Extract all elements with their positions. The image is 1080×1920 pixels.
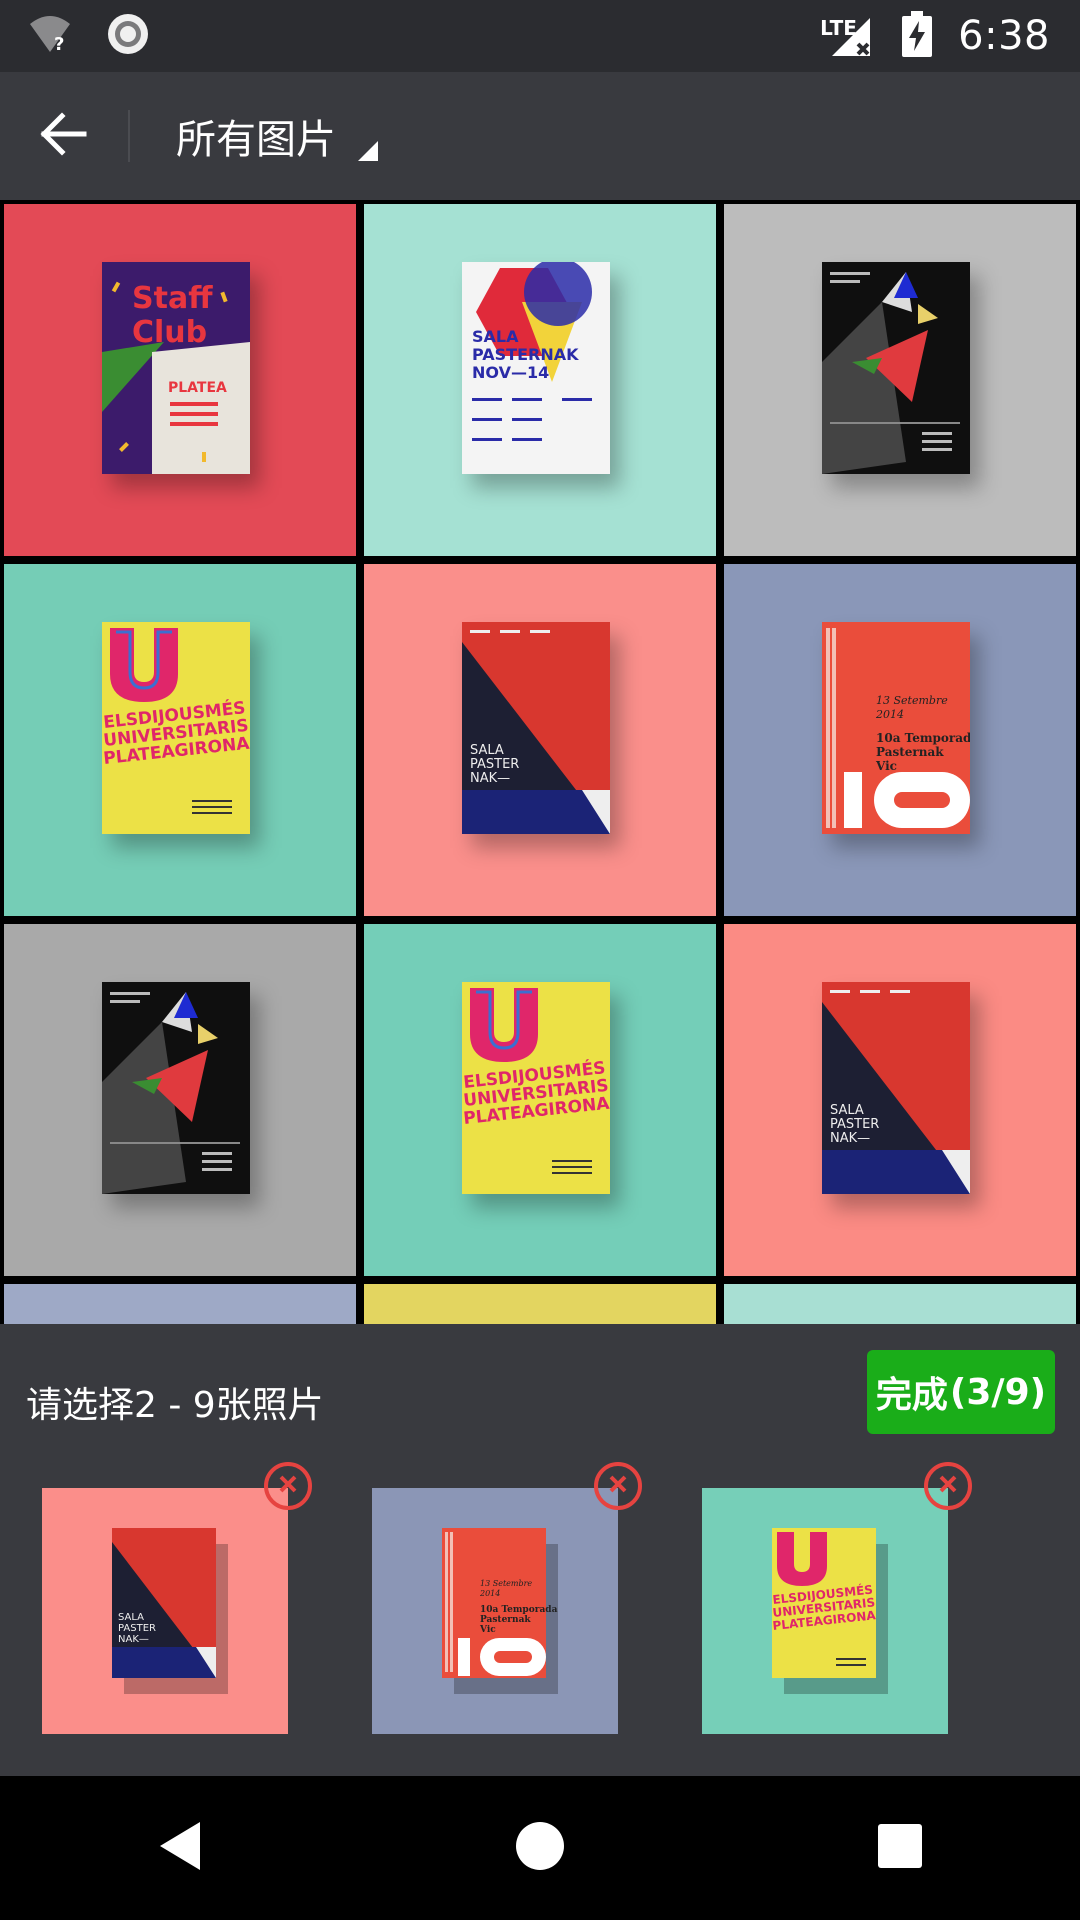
selected-thumbnail: ELSDIJOUSMÉS UNIVERSITARIS PLATEAGIRONA <box>702 1488 948 1734</box>
svg-text:NAK—: NAK— <box>470 771 510 786</box>
remove-selected-button[interactable] <box>264 1462 312 1510</box>
dropdown-triangle-icon <box>358 141 378 161</box>
toolbar-divider <box>128 110 130 162</box>
svg-text:NOV—14: NOV—14 <box>472 363 549 382</box>
svg-text:NAK—: NAK— <box>830 1131 870 1146</box>
svg-text:Vic: Vic <box>875 759 897 773</box>
selection-panel: 请选择2 - 9张照片 完成 (3/9) SALA PASTER NAK— 13… <box>0 1324 1080 1776</box>
photo-grid: Staff Club PLATEA SALA PASTERNAK NOV—14 … <box>0 200 1080 1324</box>
back-button[interactable] <box>0 72 128 200</box>
nav-home-icon <box>515 1821 565 1875</box>
remove-selected-button[interactable] <box>924 1462 972 1510</box>
clock: 6:38 <box>958 13 1050 59</box>
cell-signal-icon: LTE <box>820 14 876 58</box>
photo-tile-12[interactable] <box>724 1284 1076 1324</box>
photo-tile-8[interactable]: ELSDIJOUSMÉS UNIVERSITARIS PLATEAGIRONA <box>364 924 716 1276</box>
svg-text:10a Temporada: 10a Temporada <box>876 731 970 745</box>
battery-charging-icon <box>902 11 933 61</box>
close-icon <box>936 1472 960 1500</box>
toolbar: 所有图片 <box>0 72 1080 200</box>
selected-photo-3[interactable]: ELSDIJOUSMÉS UNIVERSITARIS PLATEAGIRONA <box>702 1462 972 1734</box>
svg-text:?: ? <box>54 34 64 54</box>
status-bar: ? LTE 6:38 <box>0 0 1080 72</box>
svg-text:PASTER: PASTER <box>118 1623 156 1634</box>
svg-text:13 Setembre: 13 Setembre <box>876 694 948 707</box>
close-icon <box>276 1472 300 1500</box>
album-selector[interactable]: 所有图片 <box>176 107 378 165</box>
photo-tile-5[interactable]: SALA PASTER NAK— <box>364 564 716 916</box>
nav-home-button[interactable] <box>480 1788 600 1908</box>
selection-hint: 请选择2 - 9张照片 <box>26 1385 324 1426</box>
nav-recents-button[interactable] <box>840 1788 960 1908</box>
close-icon <box>606 1472 630 1500</box>
poster-sala-paster-nak: SALA PASTER NAK— <box>462 622 610 834</box>
remove-selected-button[interactable] <box>594 1462 642 1510</box>
photo-tile-11[interactable] <box>364 1284 716 1324</box>
poster-gossi-abre <box>102 982 250 1194</box>
back-arrow-icon <box>40 112 88 160</box>
photo-tile-9[interactable]: SALA PASTER NAK— <box>724 924 1076 1276</box>
wifi-unknown-icon: ? <box>28 14 72 58</box>
record-icon <box>106 12 150 60</box>
svg-text:PLATEA: PLATEA <box>168 380 227 396</box>
svg-text:PASTERNAK: PASTERNAK <box>472 345 579 364</box>
photo-tile-2[interactable]: SALA PASTERNAK NOV—14 <box>364 204 716 556</box>
svg-text:SALA: SALA <box>472 327 519 346</box>
svg-text:Staff: Staff <box>132 281 213 316</box>
svg-text:PASTER: PASTER <box>830 1117 879 1132</box>
svg-text:Pasternak: Pasternak <box>876 745 944 759</box>
done-button[interactable]: 完成 (3/9) <box>867 1350 1055 1434</box>
svg-text:SALA: SALA <box>830 1103 864 1118</box>
svg-text:NAK—: NAK— <box>118 1634 149 1645</box>
nav-back-button[interactable] <box>120 1788 240 1908</box>
poster-staff-club: Staff Club PLATEA <box>102 262 250 474</box>
photo-tile-4[interactable]: ELSDIJOUSMÉS UNIVERSITARIS PLATEAGIRONA <box>4 564 356 916</box>
photo-tile-6[interactable]: 13 Setembre 2014 10a Temporada Pasternak… <box>724 564 1076 916</box>
poster-gossi-abre <box>822 262 970 474</box>
poster-elsdijous: ELSDIJOUSMÉS UNIVERSITARIS PLATEAGIRONA <box>102 622 250 834</box>
selected-thumbnail: 13 Setembre 2014 10a Temporada Pasternak… <box>372 1488 618 1734</box>
photo-tile-3[interactable] <box>724 204 1076 556</box>
poster-elsdijous: ELSDIJOUSMÉS UNIVERSITARIS PLATEAGIRONA <box>462 982 610 1194</box>
done-count: (3/9) <box>949 1371 1047 1413</box>
album-title: 所有图片 <box>176 117 336 163</box>
svg-text:SALA: SALA <box>470 743 504 758</box>
svg-text:Vic: Vic <box>479 1625 496 1635</box>
svg-text:Pasternak: Pasternak <box>480 1615 531 1625</box>
nav-back-icon <box>156 1820 204 1876</box>
photo-tile-1[interactable]: Staff Club PLATEA <box>4 204 356 556</box>
selected-photo-1[interactable]: SALA PASTER NAK— <box>42 1462 312 1734</box>
poster-sala-paster-nak: SALA PASTER NAK— <box>822 982 970 1194</box>
svg-text:SALA: SALA <box>118 1612 144 1623</box>
svg-text:2014: 2014 <box>875 708 904 721</box>
svg-text:2014: 2014 <box>479 1589 500 1598</box>
poster-10a-temporada: 13 Setembre 2014 10a Temporada Pasternak… <box>822 622 970 834</box>
selected-photo-2[interactable]: 13 Setembre 2014 10a Temporada Pasternak… <box>372 1462 642 1734</box>
svg-text:10a Temporada: 10a Temporada <box>480 1605 558 1615</box>
done-label: 完成 <box>875 1375 948 1416</box>
svg-text:PASTER: PASTER <box>470 757 519 772</box>
selected-thumbnail: SALA PASTER NAK— <box>42 1488 288 1734</box>
svg-text:13 Setembre: 13 Setembre <box>480 1579 532 1588</box>
svg-text:Club: Club <box>132 315 207 350</box>
system-nav-bar <box>0 1776 1080 1920</box>
photo-tile-10[interactable] <box>4 1284 356 1324</box>
photo-tile-7[interactable] <box>4 924 356 1276</box>
nav-recents-icon <box>877 1823 923 1873</box>
poster-sala-pasternak-nov: SALA PASTERNAK NOV—14 <box>462 262 610 474</box>
